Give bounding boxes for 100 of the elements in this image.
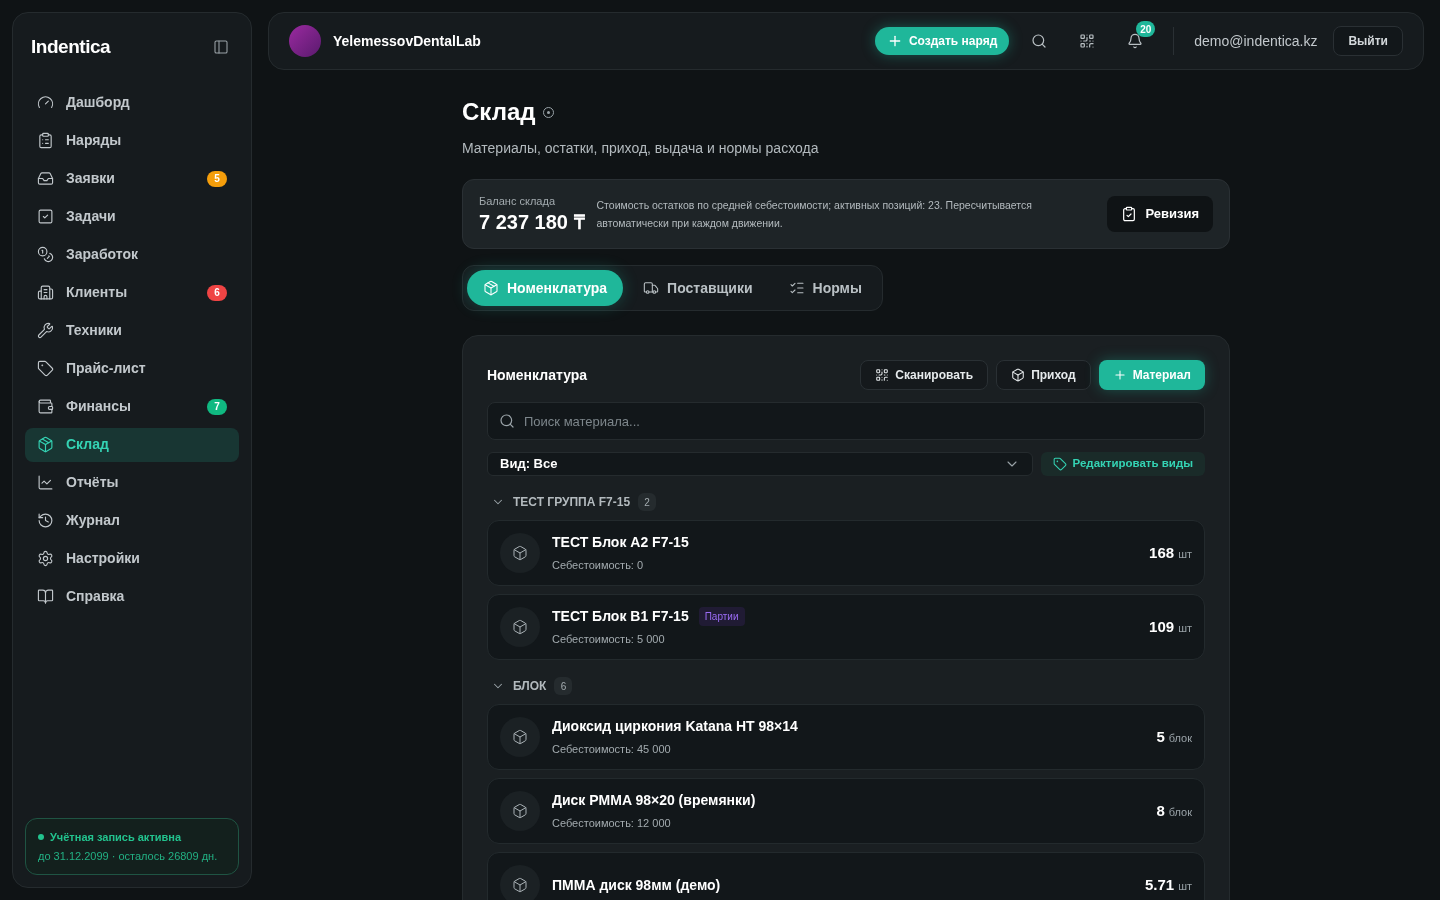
scan-button[interactable]: Сканировать <box>860 360 989 390</box>
history-icon <box>37 512 54 529</box>
account-status: Учётная запись активна <box>50 830 182 845</box>
balance-value: 7 237 180 ₸ <box>479 209 585 235</box>
brand-name: Indentica <box>31 35 111 59</box>
package-icon <box>1011 368 1026 382</box>
coins-icon <box>37 246 54 263</box>
material-row[interactable]: ПММА диск 98мм (демо) 5.71 шт <box>487 852 1205 900</box>
group-header[interactable]: ТЕСТ ГРУППА F7-15 2 <box>487 484 1205 520</box>
package-icon <box>500 607 540 647</box>
batch-tag: Партии <box>698 607 745 627</box>
package-icon <box>500 533 540 573</box>
user-email: demo@indentica.kz <box>1194 31 1318 51</box>
quantity-unit: шт <box>1178 620 1192 636</box>
material-row[interactable]: Диск PMMA 98×20 (времянки) Себестоимость: 12 000 8 блок <box>487 778 1205 844</box>
material-row[interactable]: Диоксид циркония Katana HT 98×14 Себестоимость: 45 000 5 блок <box>487 704 1205 770</box>
material-quantity: 168 <box>1149 542 1175 563</box>
material-quantity: 8 <box>1156 800 1165 821</box>
type-filter-select[interactable]: Вид: Все <box>487 452 1033 476</box>
material-quantity: 5 <box>1156 726 1165 747</box>
chart-icon <box>37 474 54 491</box>
search-icon[interactable] <box>1031 33 1048 49</box>
material-cost: Себестоимость: 5 000 <box>552 632 666 648</box>
sidebar-toggle-icon[interactable] <box>213 39 229 56</box>
material-name: ПММА диск 98мм (демо) <box>552 875 721 895</box>
sidebar-item[interactable]: Финансы 7 <box>25 389 239 424</box>
sidebar-item[interactable]: Наряды <box>25 123 239 158</box>
count-badge: 5 <box>207 170 227 187</box>
page-title: Склад <box>462 97 536 127</box>
book-icon <box>37 588 54 605</box>
group-count: 6 <box>554 677 573 695</box>
sidebar-item[interactable]: Задачи <box>25 199 239 234</box>
material-name: Диоксид циркония Katana HT 98×14 <box>552 717 798 737</box>
sidebar-item[interactable]: Журнал <box>25 503 239 538</box>
count-badge: 6 <box>207 284 227 301</box>
group-count: 2 <box>638 493 657 511</box>
wallet-icon <box>37 398 54 415</box>
checkbox-icon <box>37 208 54 225</box>
sidebar-item[interactable]: Клиенты 6 <box>25 275 239 310</box>
material-quantity: 109 <box>1149 616 1175 637</box>
truck-icon <box>643 280 660 296</box>
package-icon <box>500 865 540 900</box>
material-quantity: 5.71 <box>1144 874 1175 895</box>
count-badge: 7 <box>207 398 227 415</box>
plus-icon <box>1112 368 1127 382</box>
package-icon <box>500 791 540 831</box>
tag-icon <box>1052 457 1067 471</box>
material-name: ТЕСТ Блок A2 F7-15 <box>552 533 689 553</box>
audit-button[interactable]: Ревизия <box>1107 196 1213 232</box>
wrench-icon <box>37 322 54 339</box>
quantity-unit: блок <box>1168 804 1192 820</box>
building-icon <box>37 284 54 301</box>
qr-code-icon <box>875 368 890 382</box>
package-icon <box>483 280 499 296</box>
clipboard-icon <box>37 132 54 149</box>
clipboard-icon <box>1121 206 1138 222</box>
material-row[interactable]: ТЕСТ Блок A2 F7-15 Себестоимость: 0 168 шт <box>487 520 1205 586</box>
settings-icon <box>37 550 54 567</box>
logout-button[interactable]: Выйти <box>1333 26 1403 56</box>
balance-note: Стоимость остатков по средней себестоимости; активных позиций: 23. Пересчитывается автоматически при каждом движении. <box>596 198 1033 231</box>
page-subtitle: Материалы, остатки, приход, выдача и нормы расхода <box>462 139 820 158</box>
sidebar-item[interactable]: Техники <box>25 313 239 348</box>
sidebar-item[interactable]: Склад <box>25 427 239 462</box>
tab[interactable]: Нормы <box>772 270 878 306</box>
material-cost: Себестоимость: 45 000 <box>552 742 672 758</box>
sidebar-item[interactable]: Отчёты <box>25 465 239 500</box>
material-cost: Себестоимость: 0 <box>552 558 645 574</box>
checklist-icon <box>788 280 805 296</box>
notification-count: 20 <box>1136 21 1156 37</box>
panel-title: Номенклатура <box>487 365 589 385</box>
sidebar-item[interactable]: Дашборд <box>25 85 239 120</box>
tab[interactable]: Поставщики <box>627 270 769 306</box>
package-icon <box>500 717 540 757</box>
group-name: ТЕСТ ГРУППА F7-15 <box>513 494 631 511</box>
material-name: ТЕСТ Блок B1 F7-15 <box>552 607 689 627</box>
sidebar-item[interactable]: Настройки <box>25 541 239 576</box>
account-expiry: до 31.12.2099 · осталось 26809 дн. <box>38 848 219 864</box>
quantity-unit: блок <box>1168 730 1192 746</box>
receive-button[interactable]: Приход <box>996 360 1091 390</box>
balance-label: Баланс склада <box>479 194 556 210</box>
group-name: БЛОК <box>513 678 547 695</box>
inbox-icon <box>37 170 54 187</box>
lab-name: YelemessovDentalLab <box>333 31 481 51</box>
group-header[interactable]: БЛОК 6 <box>487 668 1205 704</box>
quantity-unit: шт <box>1178 878 1192 894</box>
search-icon <box>499 413 515 429</box>
material-row[interactable]: ТЕСТ Блок B1 F7-15 Партии Себестоимость: 5 000 109 шт <box>487 594 1205 660</box>
sidebar-item[interactable]: Заявки 5 <box>25 161 239 196</box>
sidebar-item[interactable]: Прайс-лист <box>25 351 239 386</box>
material-name: Диск PMMA 98×20 (времянки) <box>552 791 756 811</box>
bell-icon[interactable] <box>1127 33 1144 49</box>
edit-types-button[interactable]: Редактировать виды <box>1040 452 1205 476</box>
sidebar-item[interactable]: Заработок <box>25 237 239 272</box>
gauge-icon <box>37 94 54 111</box>
package-icon <box>37 436 54 453</box>
tag-icon <box>37 360 54 377</box>
search-field[interactable]: Поиск материала... <box>487 402 1205 440</box>
sidebar-item[interactable]: Справка <box>25 579 239 614</box>
material-cost: Себестоимость: 12 000 <box>552 816 672 832</box>
qr-code-icon[interactable] <box>1079 33 1096 49</box>
